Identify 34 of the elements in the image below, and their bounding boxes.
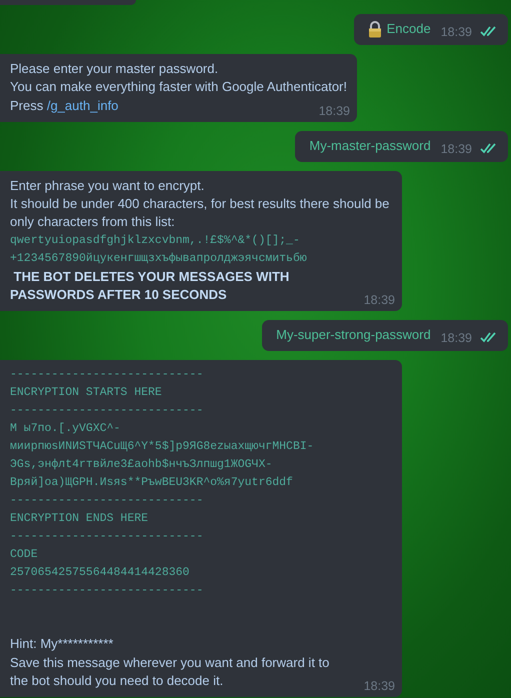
code-text: Bряй]oa)ЩGPH.Иsяs**PъwBEU3KR^o%я7yutr6ddf bbox=[10, 476, 293, 490]
code-text: ---------------------------- bbox=[10, 494, 204, 508]
message-time: 18:39 bbox=[364, 679, 395, 694]
code-text: ЭGs,энфлt4rтвйлe3£aohb$нчъЗлпшg1ЖOGЧX- bbox=[10, 458, 272, 472]
message-text: Press bbox=[10, 98, 44, 113]
code-text: ---------------------------- bbox=[10, 530, 204, 544]
command-link[interactable]: /g_auth_info bbox=[46, 98, 118, 113]
warning-text: THE BOT DELETES YOUR MESSAGES WITH PASSWORDS AFTER 10 SECONDS bbox=[10, 268, 290, 304]
code-text: ---------------------------- bbox=[10, 404, 204, 418]
code-text: миирпюsИNИSTЧACuЩ6^Y*5$]p9ЯG8ezыaxщючгMHCBI- bbox=[10, 440, 314, 454]
message-text: Enter phrase you want to encrypt. bbox=[10, 176, 206, 195]
message-text: Save this message wherever you want and forward it to the bot should you need to decode it. bbox=[10, 654, 330, 690]
message-time: 18:39 bbox=[440, 25, 472, 39]
code-text: 25706542575564484414428360 bbox=[10, 566, 190, 580]
message-time: 18:39 bbox=[364, 293, 395, 308]
message-text: It should be under 400 characters, for best results there should be only characters from this list: bbox=[10, 195, 390, 232]
lock-icon bbox=[368, 20, 382, 38]
message-time: 18:39 bbox=[440, 142, 472, 156]
code-text: CODE bbox=[10, 548, 38, 562]
message-text: Please enter your master password. bbox=[10, 60, 220, 78]
code-text: qwertyuiopasdfghjklzxcvbnm,.!£$%^&*()[];_- bbox=[10, 234, 300, 247]
code-text: М ы7по.[.yVGXC^- bbox=[10, 422, 120, 436]
message-text: Encode bbox=[386, 20, 431, 38]
message-text: My-master-password bbox=[309, 136, 431, 155]
message-time: 18:39 bbox=[318, 104, 350, 118]
code-text: ENCRYPTION STARTS HERE bbox=[10, 386, 162, 400]
message-text: You can make everything faster with Google Authenticator! bbox=[10, 78, 347, 96]
message-text: My-super-strong-password bbox=[276, 326, 431, 344]
message-time: 18:39 bbox=[440, 331, 472, 346]
code-text: +1234567890йцукенгшщзхъфывапролджэячсмитьбю bbox=[10, 252, 307, 265]
code-text: ---------------------------- bbox=[10, 584, 204, 598]
code-text: ENCRYPTION ENDS HERE bbox=[10, 512, 148, 526]
message-text: Hint: My*********** bbox=[10, 635, 114, 654]
code-text: ---------------------------- bbox=[10, 368, 204, 382]
